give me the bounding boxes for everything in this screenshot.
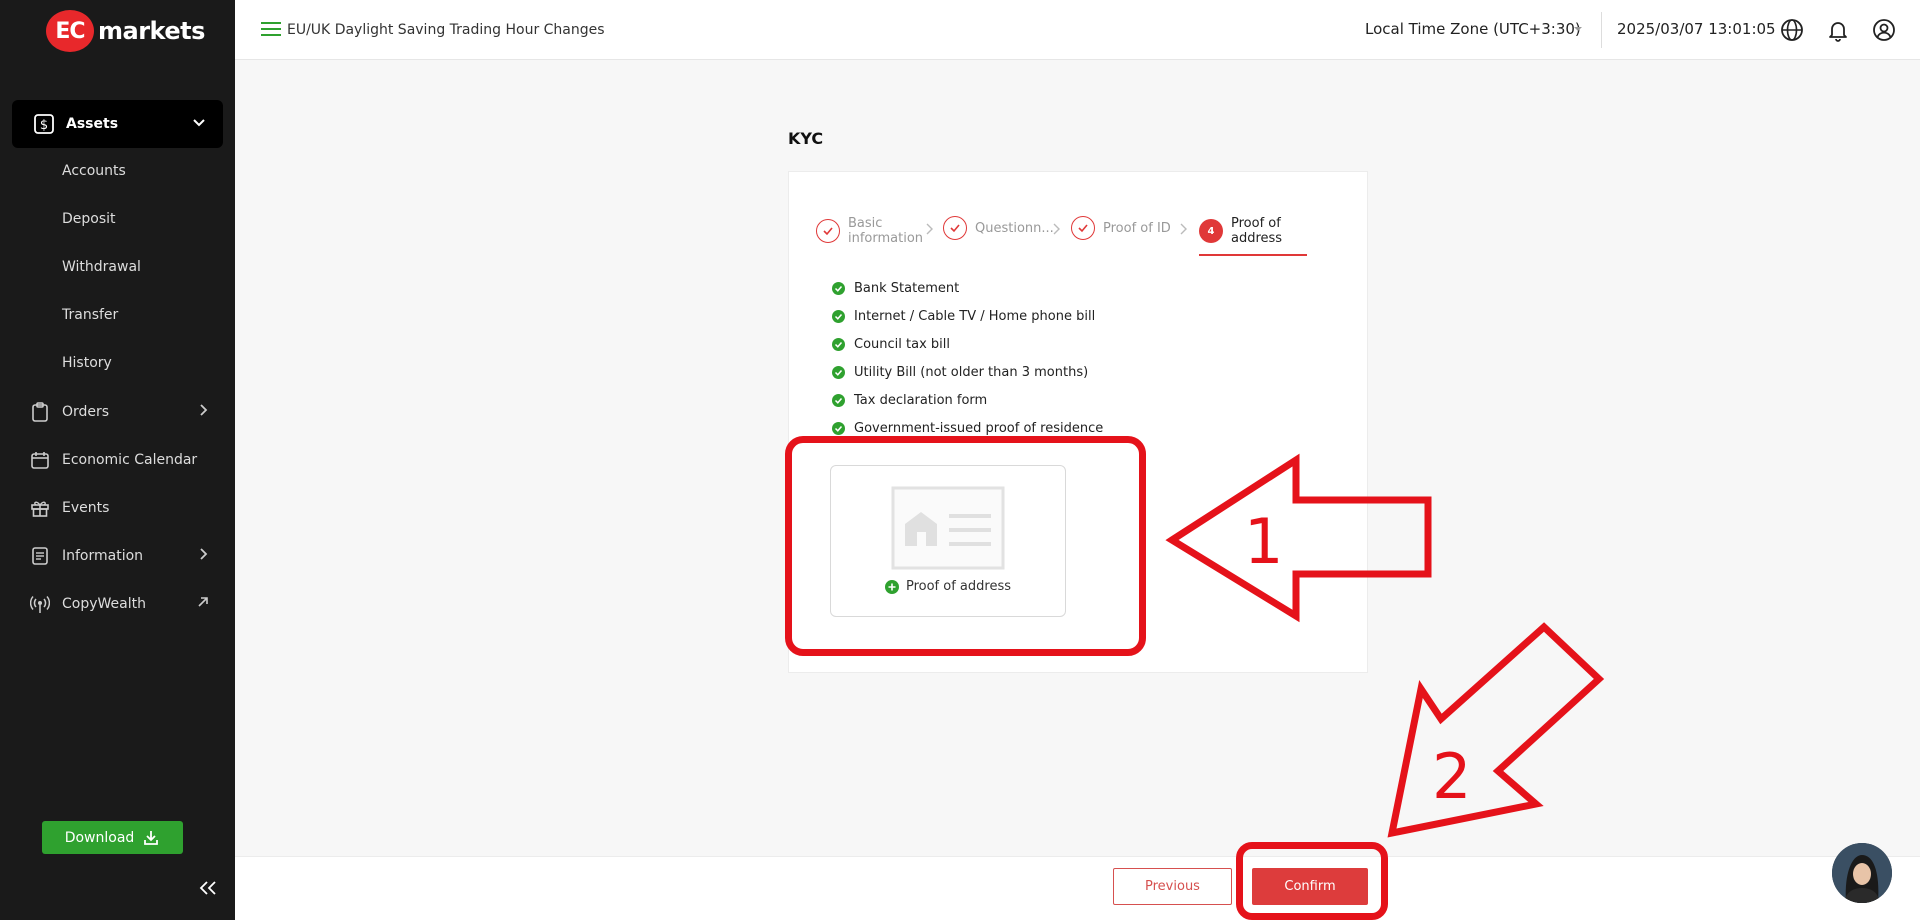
step-questionnaire[interactable]: Questionn... [943,216,1054,240]
chevron-right-icon [200,404,208,416]
check-circle-icon [832,310,845,323]
step-label: Basic information [848,216,924,246]
document-type: Government-issued proof of residence [854,421,1104,436]
sidebar-item-economic-calendar[interactable]: Economic Calendar [30,450,210,470]
menu-icon[interactable] [261,21,281,37]
chevron-right-icon [200,548,208,560]
document-icon [32,547,48,565]
check-circle-icon [832,366,845,379]
list-item: Tax declaration form [832,393,987,408]
download-icon [144,830,159,845]
logo[interactable]: EC markets [46,10,205,52]
sidebar-item-label: Information [62,548,144,564]
document-type: Council tax bill [854,337,950,352]
list-item: Internet / Cable TV / Home phone bill [832,309,1095,324]
check-icon [816,219,840,243]
sidebar-subitem-deposit[interactable]: Deposit [62,211,116,227]
annotation-highlight-upload [785,436,1146,656]
step-label: Proof of ID [1103,220,1171,236]
document-type: Tax declaration form [854,393,988,408]
previous-button[interactable]: Previous [1113,868,1232,905]
top-header: EU/UK Daylight Saving Trading Hour Chang… [235,0,1920,60]
sidebar-item-copywealth[interactable]: CopyWealth [30,594,210,614]
sidebar-item-label: Assets [66,116,119,132]
gift-icon [31,501,49,517]
sidebar-subitem-accounts[interactable]: Accounts [62,163,126,179]
document-type: Bank Statement [854,281,960,296]
globe-icon[interactable] [1780,18,1804,42]
support-avatar[interactable] [1832,843,1892,903]
sidebar-item-orders[interactable]: Orders [30,402,210,422]
sidebar-item-label: CopyWealth [62,596,146,612]
sidebar-subitem-withdrawal[interactable]: Withdrawal [62,259,141,275]
external-arrow-icon [198,597,208,607]
timezone-select[interactable]: Local Time Zone (UTC+3:30) [1365,20,1581,38]
clipboard-icon [32,402,48,422]
sidebar-item-label: Orders [62,404,110,420]
document-type: Utility Bill (not older than 3 months) [854,365,1089,380]
annotation-number-2: 2 [1432,740,1472,813]
list-item: Council tax bill [832,337,950,352]
sidebar-subitem-history[interactable]: History [62,355,112,371]
step-number: 4 [1199,219,1223,243]
sidebar-item-information[interactable]: Information [30,546,210,566]
check-circle-icon [832,394,845,407]
chevron-right-icon [1180,223,1187,235]
calendar-icon [31,452,49,469]
annotation-arrow-2 [1387,622,1605,838]
page-title: KYC [788,129,824,148]
user-icon[interactable] [1872,18,1896,42]
step-basic-information[interactable]: Basic information [816,216,928,246]
caret-down-icon[interactable] [1573,25,1583,33]
check-circle-icon [832,338,845,351]
clock: 2025/03/07 13:01:05 [1617,20,1776,38]
active-step-underline [1199,254,1307,256]
svg-text:$: $ [40,118,48,133]
step-proof-of-address[interactable]: 4 Proof of address [1199,216,1301,246]
sidebar-item-events[interactable]: Events [30,498,210,518]
chevron-right-icon [926,223,933,235]
annotation-highlight-confirm [1236,842,1388,920]
step-label: Proof of address [1231,216,1283,246]
step-label: Questionn... [975,220,1054,236]
sidebar-subitem-transfer[interactable]: Transfer [62,307,118,323]
download-label: Download [64,829,135,846]
check-circle-icon [832,422,845,435]
list-item: Government-issued proof of residence [832,421,1103,436]
person-avatar-icon [1832,843,1892,903]
sidebar-item-assets[interactable]: $ Assets [12,100,223,148]
check-circle-icon [832,282,845,295]
collapse-sidebar-icon[interactable] [199,880,217,896]
list-item: Bank Statement [832,281,959,296]
sidebar-item-label: Events [62,500,110,516]
annotation-number-1: 1 [1244,505,1284,578]
step-proof-of-id[interactable]: Proof of ID [1071,216,1171,240]
sidebar: EC markets $ Assets Accounts Deposit Wit… [0,0,235,920]
bell-icon[interactable] [1826,18,1850,42]
broadcast-icon [30,596,50,613]
download-button[interactable]: Download [42,821,183,854]
check-icon [943,216,967,240]
chevron-right-icon [1053,223,1060,235]
header-divider [1601,12,1602,48]
logo-badge: EC [46,10,94,52]
footer-bar [235,856,1920,920]
announcement-link[interactable]: EU/UK Daylight Saving Trading Hour Chang… [287,22,605,38]
document-type: Internet / Cable TV / Home phone bill [854,309,1096,324]
logo-text: markets [98,17,205,45]
dollar-icon: $ [34,114,54,134]
list-item: Utility Bill (not older than 3 months) [832,365,1088,380]
sidebar-item-label: Economic Calendar [62,452,198,468]
check-icon [1071,216,1095,240]
chevron-down-icon [193,119,205,127]
